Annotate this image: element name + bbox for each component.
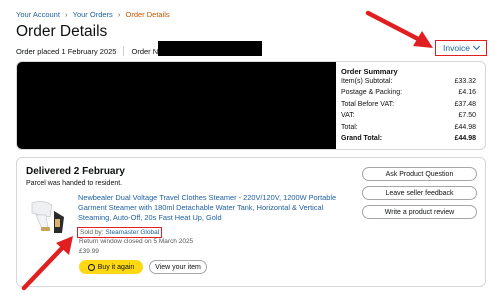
summary-value: £4.16 <box>458 89 476 96</box>
breadcrumb-separator: › <box>65 10 68 19</box>
summary-row-postage: Postage & Packing: £4.16 <box>341 89 476 96</box>
write-product-review-label: Write a product review <box>384 208 455 216</box>
delivery-status-subtitle: Parcel was handed to resident. <box>26 180 123 187</box>
summary-row-subtotal: Item(s) Subtotal: £33.32 <box>341 78 476 85</box>
summary-value: £7.50 <box>458 112 476 119</box>
order-meta: Order placed 1 February 2025 Order No. <box>16 46 164 56</box>
buy-it-again-label: Buy it again <box>97 263 135 271</box>
redacted-address-panel <box>17 62 336 149</box>
sold-by-label: Sold by: <box>80 229 104 236</box>
summary-row-grand-total: Grand Total: £44.98 <box>341 135 476 142</box>
order-summary-title: Order Summary <box>341 67 398 76</box>
breadcrumb: Your Account › Your Orders › Order Detai… <box>16 10 170 19</box>
summary-label: Grand Total: <box>341 135 383 142</box>
delivery-status-title: Delivered 2 February <box>26 166 125 177</box>
view-your-item-button[interactable]: View your item <box>149 260 207 274</box>
summary-row-total-before-vat: Total Before VAT: £37.48 <box>341 101 476 108</box>
summary-label: Item(s) Subtotal: <box>341 78 393 85</box>
ask-product-question-button[interactable]: Ask Product Question <box>362 167 477 181</box>
return-window-text: Return window closed on 5 March 2025 <box>79 238 194 245</box>
arrow-to-invoice <box>365 10 433 48</box>
clothes-steamer-image <box>26 195 70 237</box>
breadcrumb-your-account[interactable]: Your Account <box>16 10 60 19</box>
ask-product-question-label: Ask Product Question <box>385 170 454 178</box>
breadcrumb-your-orders[interactable]: Your Orders <box>73 10 113 19</box>
redacted-order-number <box>158 41 262 56</box>
write-product-review-button[interactable]: Write a product review <box>362 205 477 219</box>
product-thumbnail[interactable] <box>26 195 70 237</box>
breadcrumb-separator: › <box>117 10 121 19</box>
order-placed-date: Order placed 1 February 2025 <box>16 46 117 56</box>
meta-divider <box>123 46 125 56</box>
summary-row-vat: VAT: £7.50 <box>341 112 476 119</box>
summary-label: Total Before VAT: <box>341 101 395 108</box>
product-title-link[interactable]: Newbealer Dual Voltage Travel Clothes St… <box>78 193 340 223</box>
summary-label: VAT: <box>341 112 355 119</box>
summary-value: £44.98 <box>454 135 476 142</box>
sold-by-highlight: Sold by: Steamaster Global <box>77 227 163 238</box>
buy-it-again-button[interactable]: Buy it again <box>79 260 143 274</box>
invoice-label: Invoice <box>443 43 470 53</box>
breadcrumb-current: Order Details <box>125 10 170 19</box>
seller-link[interactable]: Steamaster Global <box>105 229 159 236</box>
reorder-icon <box>87 263 95 271</box>
summary-label: Postage & Packing: <box>341 89 403 96</box>
leave-seller-feedback-button[interactable]: Leave seller feedback <box>362 186 477 200</box>
page-title: Order Details <box>16 23 108 40</box>
chevron-down-icon <box>472 42 481 51</box>
product-price: £39.99 <box>79 248 99 255</box>
summary-value: £37.48 <box>454 101 476 108</box>
summary-value: £44.98 <box>454 124 476 131</box>
summary-value: £33.32 <box>454 78 476 85</box>
leave-seller-feedback-label: Leave seller feedback <box>385 189 454 197</box>
summary-label: Total: <box>341 124 358 131</box>
view-your-item-label: View your item <box>155 263 201 271</box>
summary-row-total: Total: £44.98 <box>341 124 476 131</box>
invoice-dropdown-button[interactable]: Invoice <box>435 40 487 56</box>
